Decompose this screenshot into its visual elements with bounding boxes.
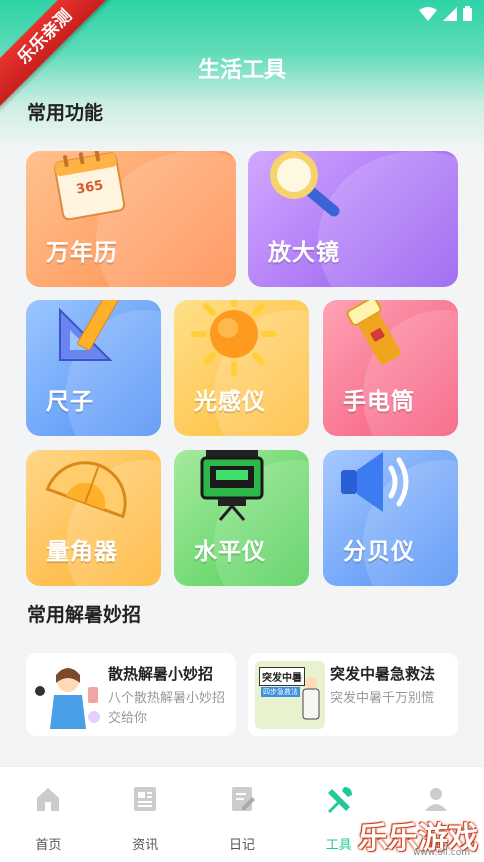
tool-card-level[interactable]: 水平仪 xyxy=(174,450,309,586)
tool-card-light-sensor[interactable]: 光感仪 xyxy=(174,300,309,436)
tip-card-first-aid[interactable]: 突发中暑 四步急救法 突发中暑急救法 突发中暑千万别慌 xyxy=(248,653,458,736)
tool-card-decibel[interactable]: 分贝仪 xyxy=(323,450,458,586)
wifi-icon xyxy=(419,6,437,21)
protractor-icon xyxy=(45,461,127,519)
calendar-icon: 365 xyxy=(53,151,126,221)
home-icon xyxy=(37,788,60,811)
ruler-icon xyxy=(59,300,119,361)
tip-title-first-aid: 突发中暑急救法 xyxy=(330,665,436,683)
tool-label-protractor: 量角器 xyxy=(46,539,118,565)
laser-level-icon xyxy=(200,450,264,521)
tool-card-ruler[interactable]: 尺子 xyxy=(26,300,161,436)
tip-desc-cooling: 八个散热解暑小妙招交给你 xyxy=(108,691,226,726)
battery-icon xyxy=(463,6,472,21)
tab-diary[interactable]: 日记 xyxy=(194,767,291,862)
profile-icon xyxy=(424,788,447,811)
watermark-url: www.6ll.com xyxy=(413,848,470,858)
tab-label-diary: 日记 xyxy=(228,838,255,853)
tool-card-magnifier[interactable]: 放大镜 xyxy=(248,151,458,287)
tool-card-calendar[interactable]: 365 万年历 xyxy=(26,151,236,287)
speaker-icon xyxy=(341,452,409,512)
tool-label-ruler: 尺子 xyxy=(46,389,94,415)
person-icon xyxy=(302,677,320,720)
first-aid-thumbnail: 突发中暑 四步急救法 xyxy=(255,661,325,729)
section-title-common-functions: 常用功能 xyxy=(27,102,104,124)
tools-icon xyxy=(327,787,352,813)
tool-label-calendar: 万年历 xyxy=(46,240,118,266)
tool-label-flashlight: 手电筒 xyxy=(343,389,415,415)
tool-label-magnifier: 放大镜 xyxy=(268,240,340,266)
tool-card-protractor[interactable]: 量角器 xyxy=(26,450,161,586)
tab-home[interactable]: 首页 xyxy=(0,767,97,862)
tab-news[interactable]: 资讯 xyxy=(97,767,194,862)
sun-icon xyxy=(191,300,277,377)
thumb-subtitle: 四步急救法 xyxy=(261,687,300,697)
section-title-summer-tips: 常用解暑妙招 xyxy=(27,604,142,626)
news-icon xyxy=(134,787,157,811)
tip-card-cooling[interactable]: 散热解暑小妙招 八个散热解暑小妙招交给你 xyxy=(26,653,236,736)
tool-label-light-sensor: 光感仪 xyxy=(194,389,266,415)
tip-desc-first-aid: 突发中暑千万别慌 xyxy=(330,691,435,706)
magnifier-icon xyxy=(270,151,340,217)
signal-icon xyxy=(443,6,457,21)
tool-label-level: 水平仪 xyxy=(194,539,266,565)
page-title: 生活工具 xyxy=(197,58,286,83)
tab-label-home: 首页 xyxy=(35,838,62,853)
tab-label-news: 资讯 xyxy=(132,838,159,853)
tool-label-decibel: 分贝仪 xyxy=(343,539,415,565)
tip-title-cooling: 散热解暑小妙招 xyxy=(108,665,214,683)
diary-icon xyxy=(231,787,255,811)
tool-card-flashlight[interactable]: 手电筒 xyxy=(323,300,458,436)
cooling-tip-illustration xyxy=(35,668,100,729)
flashlight-icon xyxy=(346,300,401,365)
